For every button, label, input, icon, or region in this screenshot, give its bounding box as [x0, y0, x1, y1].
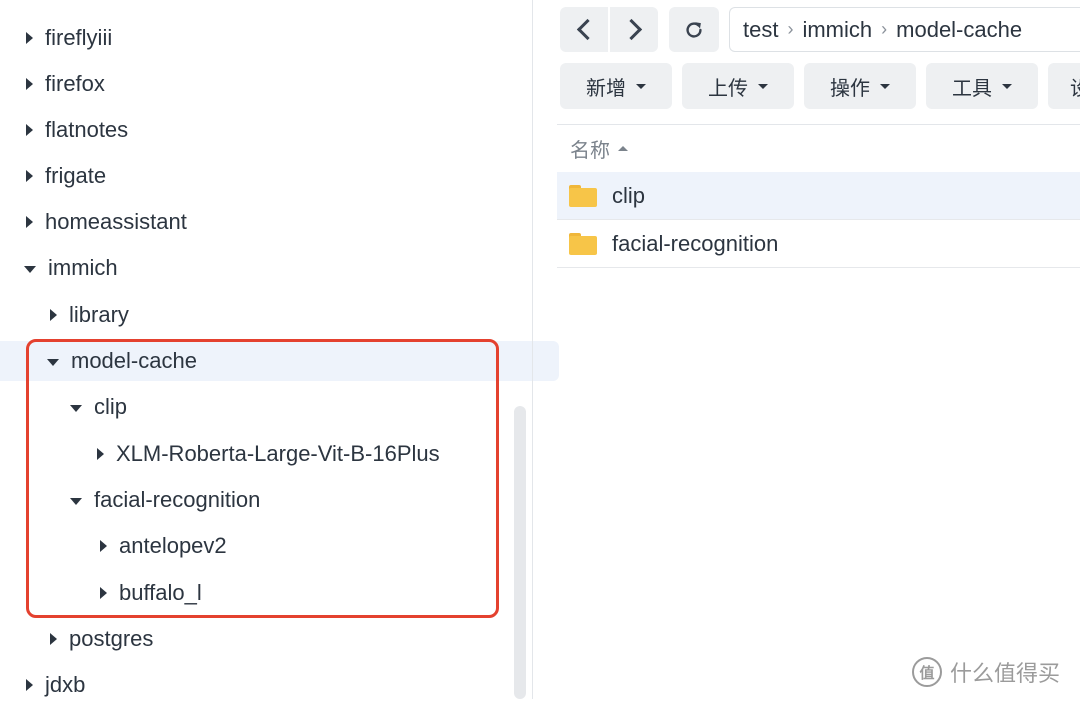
dropdown-arrow-icon	[1002, 83, 1012, 89]
folder-icon	[569, 232, 597, 255]
dropdown-arrow-icon	[758, 83, 768, 89]
file-row-facial-recognition[interactable]: facial-recognition	[557, 220, 1080, 268]
caret-right-icon[interactable]	[26, 32, 33, 44]
folder-tree: fireflyiii firefox flatnotes frigate hom…	[0, 0, 559, 699]
sort-ascending-icon	[618, 146, 628, 151]
dropdown-arrow-icon	[636, 83, 646, 89]
create-button-label: 新增	[586, 77, 626, 100]
tree-item-label: facial-recognition	[94, 487, 261, 512]
chevron-right-icon	[620, 18, 642, 41]
caret-right-icon[interactable]	[97, 448, 104, 460]
breadcrumb-separator-icon: ›	[881, 19, 888, 39]
tree-item-label: immich	[48, 255, 118, 280]
pane-divider[interactable]	[532, 0, 533, 699]
caret-right-icon[interactable]	[26, 679, 33, 691]
upload-button-label: 上传	[708, 77, 748, 100]
breadcrumb-item[interactable]: test	[743, 17, 778, 43]
tree-item-label: frigate	[45, 163, 107, 188]
upload-button[interactable]: 上传	[682, 63, 794, 109]
caret-right-icon[interactable]	[26, 216, 33, 228]
forward-button[interactable]	[610, 7, 658, 52]
breadcrumb-separator-icon: ›	[787, 19, 794, 39]
file-row-clip[interactable]: clip	[557, 172, 1080, 220]
tree-scrollbar[interactable]	[514, 406, 526, 699]
caret-right-icon[interactable]	[50, 633, 57, 645]
file-name: facial-recognition	[612, 230, 779, 256]
smzdm-logo-icon: 值	[912, 657, 942, 687]
tree-item-clip[interactable]: clip	[0, 387, 582, 427]
tree-item-postgres[interactable]: postgres	[0, 619, 562, 659]
tree-item-label: buffalo_l	[119, 580, 202, 605]
tree-item-label: antelopev2	[119, 533, 227, 558]
tree-item-fireflyiii[interactable]: fireflyiii	[0, 18, 538, 58]
caret-down-icon[interactable]	[47, 358, 59, 366]
tree-item-label: model-cache	[71, 348, 197, 373]
settings-button[interactable]: 设	[1048, 63, 1080, 109]
breadcrumb-item[interactable]: immich	[802, 17, 872, 43]
watermark-text: 什么值得买	[950, 661, 1061, 686]
refresh-button[interactable]	[669, 7, 719, 52]
tree-item-homeassistant[interactable]: homeassistant	[0, 202, 538, 242]
tree-item-firefox[interactable]: firefox	[0, 64, 538, 104]
folder-icon	[569, 184, 597, 207]
tree-item-label: jdxb	[45, 672, 86, 697]
breadcrumb-item[interactable]: model-cache	[896, 17, 1022, 43]
watermark: 值 什么值得买	[912, 656, 1060, 688]
action-button[interactable]: 操作	[804, 63, 916, 109]
tree-item-label: fireflyiii	[45, 25, 113, 50]
create-button[interactable]: 新增	[560, 63, 672, 109]
settings-button-label: 设	[1070, 72, 1080, 101]
caret-right-icon[interactable]	[26, 78, 33, 90]
tree-item-label: postgres	[69, 626, 154, 651]
file-name: clip	[612, 182, 646, 208]
tools-button-label: 工具	[952, 77, 992, 100]
column-header-label: 名称	[570, 140, 610, 162]
tree-item-frigate[interactable]: frigate	[0, 156, 538, 196]
caret-right-icon[interactable]	[26, 170, 33, 182]
tree-item-facial-recognition[interactable]: facial-recognition	[0, 480, 582, 520]
column-header-name[interactable]: 名称	[557, 124, 1080, 172]
tree-item-label: clip	[94, 394, 128, 419]
caret-right-icon[interactable]	[50, 309, 57, 321]
tree-item-label: library	[69, 302, 129, 327]
tree-item-flatnotes[interactable]: flatnotes	[0, 110, 538, 150]
tree-item-immich[interactable]: immich	[0, 248, 536, 288]
caret-down-icon[interactable]	[70, 497, 82, 505]
tree-item-label: XLM-Roberta-Large-Vit-B-16Plus	[116, 441, 440, 466]
action-button-label: 操作	[830, 77, 870, 100]
tree-item-label: homeassistant	[45, 209, 187, 234]
tree-item-model-cache[interactable]: model-cache	[0, 341, 559, 381]
tree-item-label: firefox	[45, 71, 105, 96]
caret-right-icon[interactable]	[26, 124, 33, 136]
caret-right-icon[interactable]	[100, 587, 107, 599]
tree-item-library[interactable]: library	[0, 295, 562, 335]
caret-right-icon[interactable]	[100, 540, 107, 552]
back-button[interactable]	[560, 7, 608, 52]
breadcrumb[interactable]: test › immich › model-cache	[729, 7, 1080, 52]
caret-down-icon[interactable]	[70, 404, 82, 412]
refresh-icon	[686, 21, 702, 38]
chevron-left-icon	[576, 18, 598, 41]
dropdown-arrow-icon	[880, 83, 890, 89]
tools-button[interactable]: 工具	[926, 63, 1038, 109]
caret-down-icon[interactable]	[24, 265, 36, 273]
tree-item-jdxb[interactable]: jdxb	[0, 665, 538, 705]
tree-item-label: flatnotes	[45, 117, 129, 142]
